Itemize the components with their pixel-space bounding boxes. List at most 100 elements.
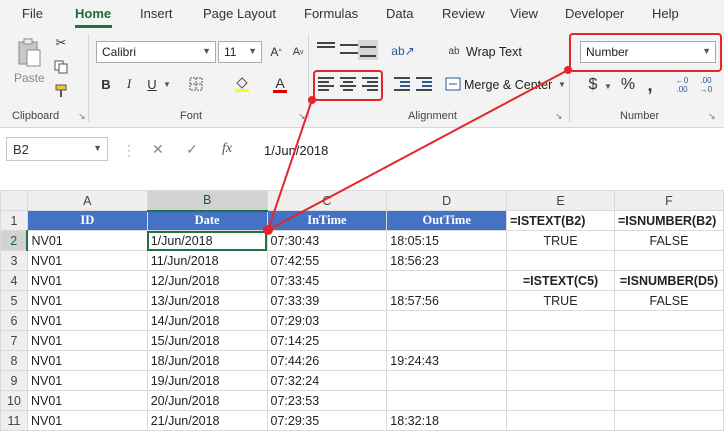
cell-date[interactable]: 20/Jun/2018 [146, 390, 268, 411]
cell-f[interactable] [613, 330, 724, 351]
cell-date[interactable]: 14/Jun/2018 [146, 310, 268, 331]
column-header-a[interactable]: A [26, 190, 148, 211]
cell-id[interactable]: NV01 [26, 250, 148, 271]
column-header-e[interactable]: E [506, 190, 615, 211]
insert-function-icon[interactable]: fx [222, 141, 232, 157]
header-cell-outtime[interactable]: OutTime [386, 210, 508, 231]
menu-home[interactable]: Home [75, 6, 111, 21]
cell-intime[interactable]: 07:44:26 [266, 350, 388, 371]
cell-e[interactable]: TRUE [506, 290, 615, 311]
cell-e[interactable]: =ISTEXT(C5) [506, 270, 615, 291]
font-launcher-icon[interactable]: ↘ [298, 111, 306, 122]
cell-intime[interactable]: 07:14:25 [266, 330, 388, 351]
underline-icon[interactable]: U [143, 74, 161, 94]
percent-icon[interactable]: % [618, 75, 638, 95]
cell-outtime[interactable]: 19:24:43 [386, 350, 508, 371]
menu-developer[interactable]: Developer [565, 6, 624, 21]
cell-date[interactable]: 19/Jun/2018 [146, 370, 268, 391]
cell-outtime[interactable] [386, 310, 508, 331]
cell-outtime[interactable]: 18:56:23 [386, 250, 508, 271]
bold-icon[interactable]: B [97, 74, 115, 94]
italic-icon[interactable]: I [120, 74, 138, 94]
menu-formulas[interactable]: Formulas [304, 6, 358, 21]
orientation-icon[interactable]: ab↗ [390, 40, 416, 62]
cell-e[interactable] [506, 250, 615, 271]
borders-icon[interactable] [186, 74, 206, 94]
chevron-down-icon[interactable]: ▼ [604, 82, 612, 91]
wrap-text-button[interactable]: Wrap Text [466, 45, 522, 59]
cell-e[interactable] [506, 310, 615, 331]
cell-outtime[interactable] [386, 330, 508, 351]
cell-outtime[interactable]: 18:05:15 [386, 230, 508, 251]
cell-intime[interactable]: 07:32:24 [266, 370, 388, 391]
row-header[interactable]: 2 [0, 230, 29, 251]
font-size-dropdown[interactable]: 11 ▼ [218, 41, 262, 63]
column-header-d[interactable]: D [386, 190, 508, 211]
paste-label[interactable]: Paste [14, 71, 45, 85]
cell-date[interactable]: 12/Jun/2018 [146, 270, 268, 291]
row-header[interactable]: 4 [0, 270, 28, 291]
cell-e[interactable] [506, 350, 615, 371]
formula-label-cell[interactable]: =ISNUMBER(B2) [613, 210, 724, 231]
cell-intime[interactable]: 07:29:03 [266, 310, 388, 331]
cell-f[interactable] [613, 410, 724, 431]
currency-icon[interactable]: $ [584, 75, 602, 95]
cell-intime[interactable]: 07:33:39 [266, 290, 388, 311]
font-name-dropdown[interactable]: Calibri ▼ [96, 41, 216, 63]
cell-id[interactable]: NV01 [26, 230, 148, 251]
merge-center-icon[interactable] [444, 76, 462, 92]
select-all-corner[interactable] [0, 190, 28, 211]
cell-intime[interactable]: 07:42:55 [266, 250, 388, 271]
row-header[interactable]: 1 [0, 210, 28, 231]
wrap-text-icon[interactable]: ab [446, 43, 462, 59]
name-box[interactable]: B2 ▼ [6, 137, 108, 161]
cell-f[interactable] [613, 350, 724, 371]
row-header[interactable]: 6 [0, 310, 28, 331]
decrease-decimal-icon[interactable]: .00 →0 [696, 74, 716, 96]
menu-view[interactable]: View [510, 6, 538, 21]
menu-insert[interactable]: Insert [140, 6, 173, 21]
cell-f[interactable]: FALSE [613, 230, 724, 251]
row-header[interactable]: 8 [0, 350, 28, 371]
cell-outtime[interactable] [386, 390, 508, 411]
menu-data[interactable]: Data [386, 6, 413, 21]
cell-intime[interactable]: 07:23:53 [266, 390, 388, 411]
fill-color-icon[interactable] [232, 73, 252, 95]
cell-outtime[interactable]: 18:32:18 [386, 410, 508, 431]
row-header[interactable]: 3 [0, 250, 28, 271]
increase-font-icon[interactable]: A ^ [266, 42, 286, 62]
cell-f[interactable] [613, 250, 724, 271]
row-header[interactable]: 5 [0, 290, 28, 311]
decrease-font-icon[interactable]: Av [288, 42, 308, 62]
middle-align-icon[interactable] [340, 44, 358, 54]
alignment-launcher-icon[interactable]: ↘ [555, 111, 563, 122]
comma-style-icon[interactable]: , [643, 75, 657, 95]
cell-intime[interactable]: 07:30:43 [266, 230, 388, 251]
cell-date[interactable]: 18/Jun/2018 [146, 350, 268, 371]
menu-file[interactable]: File [22, 6, 43, 21]
copy-icon[interactable] [52, 58, 70, 76]
column-header-b[interactable]: B [146, 190, 268, 212]
cell-date[interactable]: 13/Jun/2018 [146, 290, 268, 311]
cell-f[interactable] [613, 370, 724, 391]
row-header[interactable]: 11 [0, 410, 28, 431]
chevron-down-icon[interactable]: ▼ [163, 80, 171, 89]
header-cell-id[interactable]: ID [26, 210, 148, 231]
cell-intime[interactable]: 07:33:45 [266, 270, 388, 291]
cell-e[interactable] [506, 410, 615, 431]
cell-e[interactable] [506, 390, 615, 411]
top-align-icon[interactable] [317, 42, 335, 52]
font-color-icon[interactable]: A [270, 73, 290, 95]
bottom-align-icon[interactable] [358, 40, 378, 60]
cell-id[interactable]: NV01 [26, 270, 148, 291]
enter-icon[interactable]: ✓ [186, 141, 198, 158]
cell-f[interactable]: =ISNUMBER(D5) [613, 270, 724, 291]
merge-center-button[interactable]: Merge & Center [464, 78, 552, 92]
cell-id[interactable]: NV01 [26, 290, 148, 311]
cell-f[interactable] [613, 390, 724, 411]
cell-e[interactable] [506, 370, 615, 391]
cell-date[interactable]: 15/Jun/2018 [146, 330, 268, 351]
formula-label-cell[interactable]: =ISTEXT(B2) [506, 210, 615, 231]
header-cell-date[interactable]: Date [146, 210, 268, 231]
cell-id[interactable]: NV01 [26, 330, 148, 351]
